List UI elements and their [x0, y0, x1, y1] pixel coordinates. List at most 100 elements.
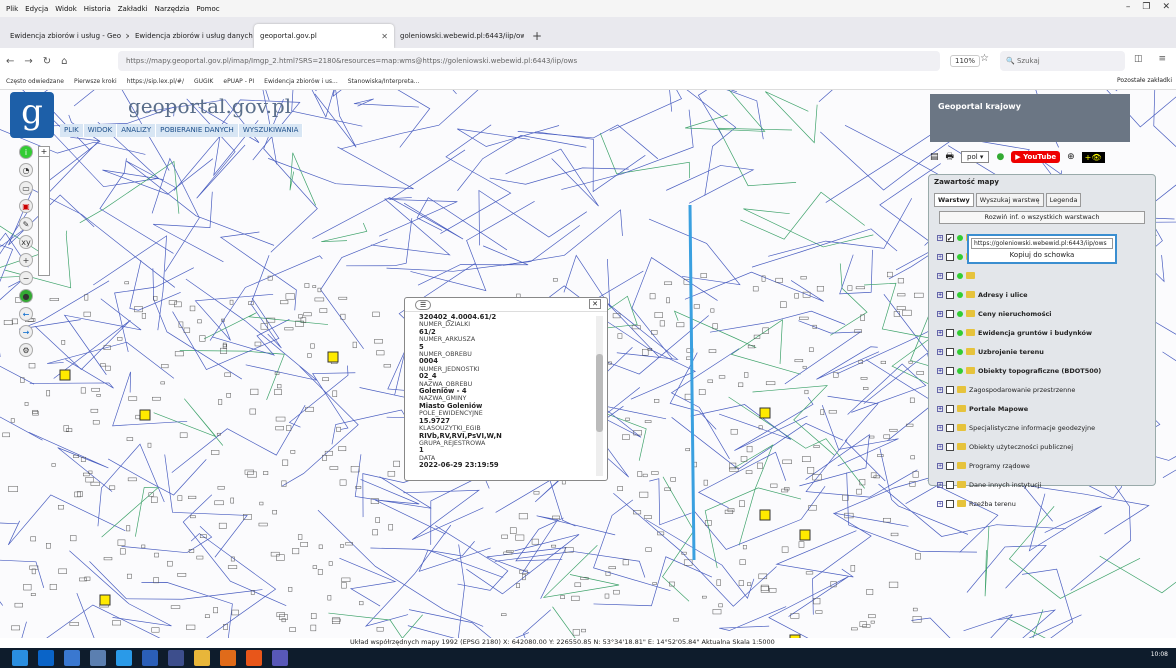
layer-checkbox[interactable] [946, 347, 954, 356]
layer-checkbox[interactable]: ✔ [946, 233, 954, 243]
bookmark-item[interactable]: Pierwsze kroki [74, 78, 117, 85]
expand-icon[interactable]: + [937, 291, 943, 298]
layer-checkbox[interactable] [946, 252, 954, 261]
zoom-out-tool-icon[interactable]: − [19, 271, 33, 285]
bookmark-item[interactable]: https://sip.lex.pl/#/ [127, 78, 184, 85]
media-icon[interactable] [220, 650, 236, 666]
globe-tool-icon[interactable]: ● [19, 289, 33, 303]
survey-marker[interactable] [327, 351, 339, 363]
forward-icon[interactable]: → [24, 56, 32, 67]
layer-checkbox[interactable] [946, 423, 954, 432]
panel-tab[interactable]: Wyszukaj warstwę [975, 193, 1044, 207]
teams-icon[interactable] [272, 650, 288, 666]
survey-marker[interactable] [99, 594, 111, 606]
expand-all-button[interactable]: Rozwiń inf. o wszystkich warstwach [939, 211, 1145, 224]
expand-icon[interactable]: + [937, 272, 943, 279]
layer-checkbox[interactable] [946, 404, 954, 413]
layer-checkbox[interactable] [946, 271, 954, 280]
folder-icon[interactable] [194, 650, 210, 666]
survey-marker[interactable] [799, 529, 811, 541]
layer-row[interactable]: + Obiekty użyteczności publicznej [929, 437, 1155, 456]
panel-tab[interactable]: Legenda [1045, 193, 1082, 207]
geoportal-krajowy-banner[interactable]: Geoportal krajowy [930, 94, 1130, 142]
forward-tool-icon[interactable]: → [19, 325, 33, 339]
pocket-icon[interactable]: ◫ [1134, 54, 1143, 64]
calculator-icon[interactable] [90, 650, 106, 666]
menu-item[interactable]: Edycja [25, 5, 48, 13]
ie-icon[interactable] [116, 650, 132, 666]
new-tab-icon[interactable]: + [524, 24, 550, 48]
expand-icon[interactable]: + [937, 481, 943, 488]
url-bar[interactable]: https://mapy.geoportal.gov.pl/imap/Imgp_… [118, 51, 940, 71]
layer-row[interactable]: + Programy rządowe [929, 456, 1155, 475]
settings-tool-icon[interactable]: ⚙ [19, 343, 33, 357]
layer-row[interactable]: + Adresy i ulice [929, 285, 1155, 304]
site-menu-item[interactable]: PLIK [60, 124, 84, 137]
layer-checkbox[interactable] [946, 461, 954, 470]
layer-row[interactable]: + Uzbrojenie terenu [929, 342, 1155, 361]
site-menu-item[interactable]: WIDOK [83, 124, 118, 137]
expand-icon[interactable]: + [937, 386, 943, 393]
layer-row[interactable]: + Rzeźba terenu [929, 494, 1155, 513]
tab-close-icon[interactable]: ✕ [381, 32, 388, 41]
menu-item[interactable]: Widok [55, 5, 77, 13]
layer-checkbox[interactable] [946, 309, 954, 318]
expand-icon[interactable]: + [937, 234, 943, 241]
survey-marker[interactable] [59, 369, 71, 381]
layer-checkbox[interactable] [946, 290, 954, 299]
zoom-plus-icon[interactable]: + [39, 147, 49, 157]
layer-checkbox[interactable] [946, 328, 954, 337]
list-icon[interactable]: ▤ [930, 152, 939, 162]
zoom-in-tool-icon[interactable]: + [19, 253, 33, 267]
bookmark-item[interactable]: Często odwiedzane [6, 78, 64, 85]
site-menu-item[interactable]: WYSZUKIWANIA [238, 124, 304, 137]
back-icon[interactable]: ← [6, 56, 14, 67]
layer-checkbox[interactable] [946, 366, 954, 375]
tooltip-url[interactable]: https://goleniowski.webewid.pl:6443/iip/… [971, 238, 1113, 249]
site-menu-item[interactable]: POBIERANIE DANYCH [156, 124, 239, 137]
browser-tab[interactable]: goleniowski.webewid.pl:6443/iip/ow✕ [394, 24, 524, 48]
menu-item[interactable]: Narzędzia [155, 5, 190, 13]
language-select[interactable]: pol ▾ [961, 151, 990, 163]
pencil-tool-icon[interactable]: ✎ [19, 217, 33, 231]
popup-close-icon[interactable]: ✕ [589, 299, 601, 309]
menu-item[interactable]: Plik [6, 5, 18, 13]
expand-icon[interactable]: + [937, 462, 943, 469]
survey-marker[interactable] [759, 509, 771, 521]
restore-icon[interactable]: ❐ [1142, 2, 1150, 12]
panel-tab[interactable]: Warstwy [934, 193, 974, 207]
expand-icon[interactable]: + [937, 500, 943, 507]
expand-icon[interactable]: + [937, 367, 943, 374]
save-icon[interactable] [64, 650, 80, 666]
print-tool-icon[interactable]: ▭ [19, 181, 33, 195]
globe-icon[interactable]: ● [996, 152, 1004, 162]
expand-icon[interactable]: + [937, 348, 943, 355]
bookmark-item[interactable]: Ewidencja zbiorów i us... [264, 78, 338, 85]
expand-icon[interactable]: + [937, 443, 943, 450]
outlook-icon[interactable] [38, 650, 54, 666]
word-icon[interactable] [142, 650, 158, 666]
layer-checkbox[interactable] [946, 499, 954, 508]
app-icon[interactable] [168, 650, 184, 666]
layer-checkbox[interactable] [946, 385, 954, 394]
zoom-slider[interactable]: + [38, 146, 50, 276]
home-icon[interactable]: ⌂ [61, 56, 67, 67]
popup-list-icon[interactable]: ☰ [415, 300, 432, 310]
select-tool-icon[interactable]: ▣ [19, 199, 33, 213]
site-menu-item[interactable]: ANALIZY [117, 124, 157, 137]
help-icon[interactable]: ⊕ [1067, 152, 1075, 162]
youtube-button[interactable]: ▶ YouTube [1011, 151, 1061, 163]
menu-item[interactable]: Historia [84, 5, 111, 13]
layer-row[interactable]: + Dane innych instytucji [929, 475, 1155, 494]
search-input[interactable]: 🔍 Szukaj [1000, 51, 1125, 71]
bookmark-item[interactable]: Stanowiska/Interpreta... [348, 78, 420, 85]
expand-icon[interactable]: + [937, 329, 943, 336]
expand-icon[interactable]: + [937, 310, 943, 317]
browser-tab[interactable]: Ewidencja zbiorów i usług - Geo ✕ [4, 24, 129, 48]
minimize-icon[interactable]: – [1126, 2, 1131, 12]
start-icon[interactable] [12, 650, 28, 666]
survey-marker[interactable] [759, 407, 771, 419]
bookmark-item[interactable]: GUGIK [194, 78, 213, 85]
other-bookmarks[interactable]: Pozostałe zakładki [1117, 77, 1172, 84]
reload-icon[interactable]: ↻ [43, 56, 51, 67]
